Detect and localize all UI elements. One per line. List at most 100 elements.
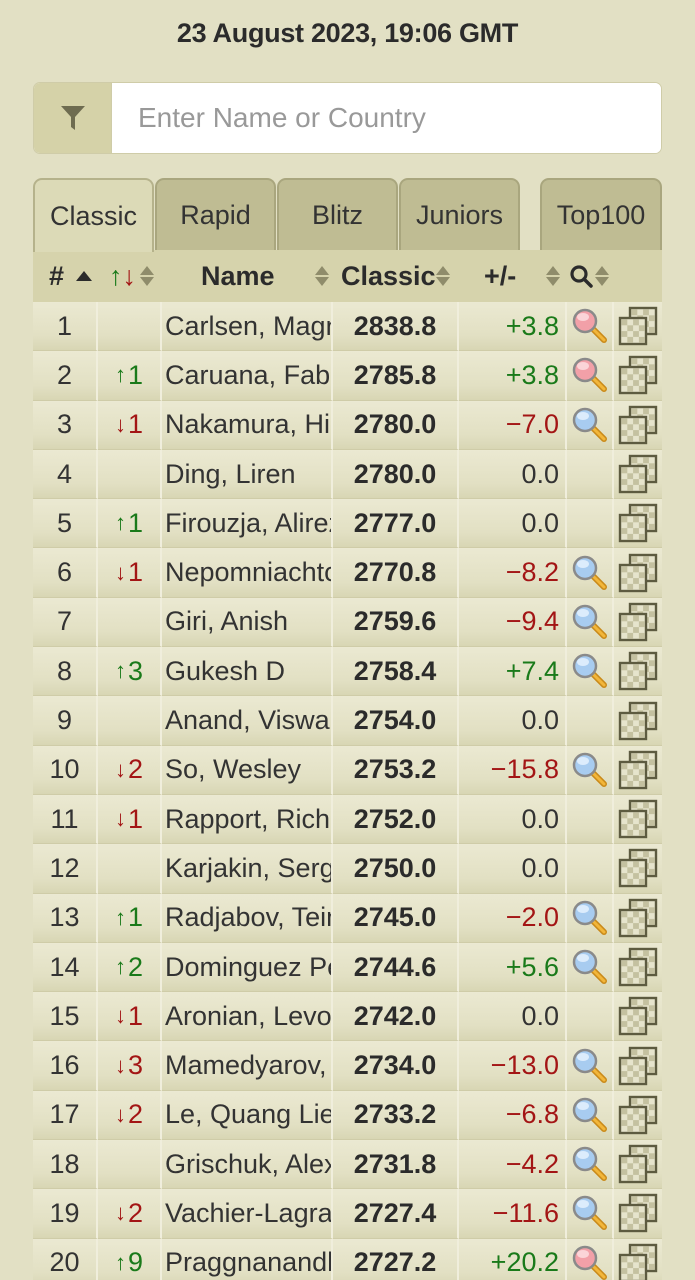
table-row[interactable]: 6 ↓1 Nepomniachtchi, Ian 2770.8 −8.2 (33, 548, 662, 598)
chessboard-icon[interactable] (618, 553, 658, 593)
chessboard-icon[interactable] (618, 996, 658, 1036)
table-row[interactable]: 15 ↓ 1 Aronian, Levon 2742.0 0.0 (33, 992, 662, 1042)
table-row[interactable]: 11 ↓1 Rapport, Richard 2752.0 0.0 (33, 794, 662, 845)
player-name[interactable]: Giri, Anish (162, 597, 333, 648)
tab-top100[interactable]: Top100 (540, 178, 662, 250)
player-name[interactable]: Ding, Liren (162, 449, 333, 500)
table-row[interactable]: 8 ↑ 3 Gukesh D 2758.4 +7.4 (33, 647, 662, 697)
chessboard-icon[interactable] (618, 651, 658, 691)
live-game-icon[interactable] (571, 948, 609, 986)
live-game-icon[interactable] (571, 356, 609, 394)
table-row[interactable]: 17 ↓2 Le, Quang Liem 2733.2 −6.8 (33, 1090, 662, 1141)
arrow-down-icon: ↓ (114, 1003, 126, 1029)
table-row[interactable]: 3 ↓1 Nakamura, Hikaru 2780.0 −7.0 (33, 400, 662, 450)
rating-cell: 2753.2 (333, 745, 459, 795)
rating-cell: 2752.0 (333, 794, 459, 845)
live-game-icon[interactable] (571, 899, 609, 937)
table-row[interactable]: 2 ↑1 Caruana, Fabiano 2785.8 +3.8 (33, 351, 662, 401)
live-game-icon[interactable] (571, 307, 609, 345)
change-value: 1 (127, 557, 144, 588)
chessboard-icon[interactable] (618, 306, 658, 346)
chessboard-icon[interactable] (618, 898, 658, 938)
name-header-label: Name (201, 260, 275, 291)
table-row[interactable]: 1 Carlsen, Magnus 2838.8 +3.8 (33, 302, 662, 352)
player-name[interactable]: Caruana, Fabiano (162, 351, 333, 401)
chessboard-icon[interactable] (618, 701, 658, 741)
diff-cell: 0.0 (459, 696, 567, 746)
player-name[interactable]: Gukesh D (162, 647, 333, 697)
table-row[interactable]: 5 ↑1 Firouzja, Alireza 2777.0 0.0 (33, 499, 662, 549)
board-cell (614, 942, 662, 993)
live-game-icon[interactable] (571, 751, 609, 789)
tab-classic[interactable]: Classic (33, 178, 154, 252)
chessboard-icon[interactable] (618, 405, 658, 445)
rank-cell: 9 (33, 696, 98, 746)
live-game-icon[interactable] (571, 554, 609, 592)
live-game-icon[interactable] (571, 1096, 609, 1134)
table-row[interactable]: 10 ↓ 2 So, Wesley 2753.2 −15.8 (33, 745, 662, 795)
live-game-icon[interactable] (571, 1194, 609, 1232)
player-name[interactable]: Radjabov, Teimour (162, 893, 333, 943)
chessboard-icon[interactable] (618, 750, 658, 790)
sort-rank-header[interactable]: # (49, 250, 93, 302)
live-game-icon[interactable] (571, 1047, 609, 1085)
chessboard-icon[interactable] (618, 355, 658, 395)
player-name[interactable]: Aronian, Levon (162, 992, 333, 1042)
search-input[interactable] (112, 83, 661, 153)
live-game-icon[interactable] (571, 406, 609, 444)
table-row[interactable]: 19 ↓2 Vachier-Lagrave, Maxime 2727.4 −11… (33, 1189, 662, 1239)
player-name[interactable]: Grischuk, Alexander (162, 1140, 333, 1190)
chessboard-icon[interactable] (618, 799, 658, 839)
arrow-up-icon: ↑ (114, 904, 126, 930)
table-row[interactable]: 14 ↑2 Dominguez Perez, Leinier 2744.6 +5… (33, 942, 662, 993)
player-name[interactable]: Dominguez Perez, Leinier (162, 942, 333, 993)
table-row[interactable]: 12 Karjakin, Sergey 2750.0 0.0 (33, 844, 662, 894)
table-row[interactable]: 16 ↓3 Mamedyarov, Shakhriyar 2734.0 −13.… (33, 1041, 662, 1091)
live-game-icon[interactable] (571, 652, 609, 690)
live-game-icon[interactable] (571, 603, 609, 641)
table-row[interactable]: 18 Grischuk, Alexander 2731.8 −4.2 (33, 1140, 662, 1190)
change-cell: ↑ 2 (98, 942, 162, 993)
sort-live-header[interactable] (569, 250, 609, 302)
live-game-icon[interactable] (571, 1145, 609, 1183)
table-row[interactable]: 7 Giri, Anish 2759.6 −9.4 (33, 597, 662, 648)
sort-rating-header[interactable]: Classic (341, 250, 450, 302)
player-name[interactable]: Karjakin, Sergey (162, 844, 333, 894)
chessboard-icon[interactable] (618, 848, 658, 888)
player-name[interactable]: Praggnanandhaa R (162, 1238, 333, 1280)
chessboard-icon[interactable] (618, 1144, 658, 1184)
chessboard-icon[interactable] (618, 1095, 658, 1135)
player-name[interactable]: Vachier-Lagrave, Maxime (162, 1189, 333, 1239)
change-value: 1 (127, 803, 144, 834)
tab-blitz[interactable]: Blitz (277, 178, 398, 250)
player-name[interactable]: Le, Quang Liem (162, 1090, 333, 1141)
chessboard-icon[interactable] (618, 947, 658, 987)
table-row[interactable]: 9 Anand, Viswanathan 2754.0 0.0 (33, 696, 662, 746)
player-name[interactable]: Anand, Viswanathan (162, 696, 333, 746)
player-name[interactable]: So, Wesley (162, 745, 333, 795)
chessboard-icon[interactable] (618, 1193, 658, 1233)
board-cell (614, 1140, 662, 1190)
table-row[interactable]: 4 Ding, Liren 2780.0 0.0 (33, 449, 662, 500)
chessboard-icon[interactable] (618, 454, 658, 494)
player-name[interactable]: Carlsen, Magnus (162, 302, 333, 352)
player-name[interactable]: Mamedyarov, Shakhriyar (162, 1041, 333, 1091)
player-name[interactable]: Firouzja, Alireza (162, 499, 333, 549)
table-row[interactable]: 20 ↑9 Praggnanandhaa R 2727.2 +20.2 (33, 1238, 662, 1280)
chessboard-icon[interactable] (618, 1046, 658, 1086)
tab-rapid[interactable]: Rapid (155, 178, 276, 250)
chessboard-icon[interactable] (618, 1243, 658, 1280)
table-row[interactable]: 13 ↑1 Radjabov, Teimour 2745.0 −2.0 (33, 893, 662, 943)
live-game-cell (567, 449, 614, 500)
sort-change-header[interactable]: ↑ ↓ (109, 250, 154, 302)
player-name[interactable]: Rapport, Richard (162, 794, 333, 845)
live-game-icon[interactable] (571, 1244, 609, 1280)
tab-juniors[interactable]: Juniors (399, 178, 520, 250)
chessboard-icon[interactable] (618, 602, 658, 642)
sort-name-header[interactable]: Name (201, 250, 329, 302)
player-name[interactable]: Nakamura, Hikaru (162, 400, 333, 450)
player-name[interactable]: Nepomniachtchi, Ian (162, 548, 333, 598)
chessboard-icon[interactable] (618, 503, 658, 543)
sort-diff-header[interactable]: +/- (484, 250, 561, 302)
filter-button[interactable] (34, 83, 112, 153)
